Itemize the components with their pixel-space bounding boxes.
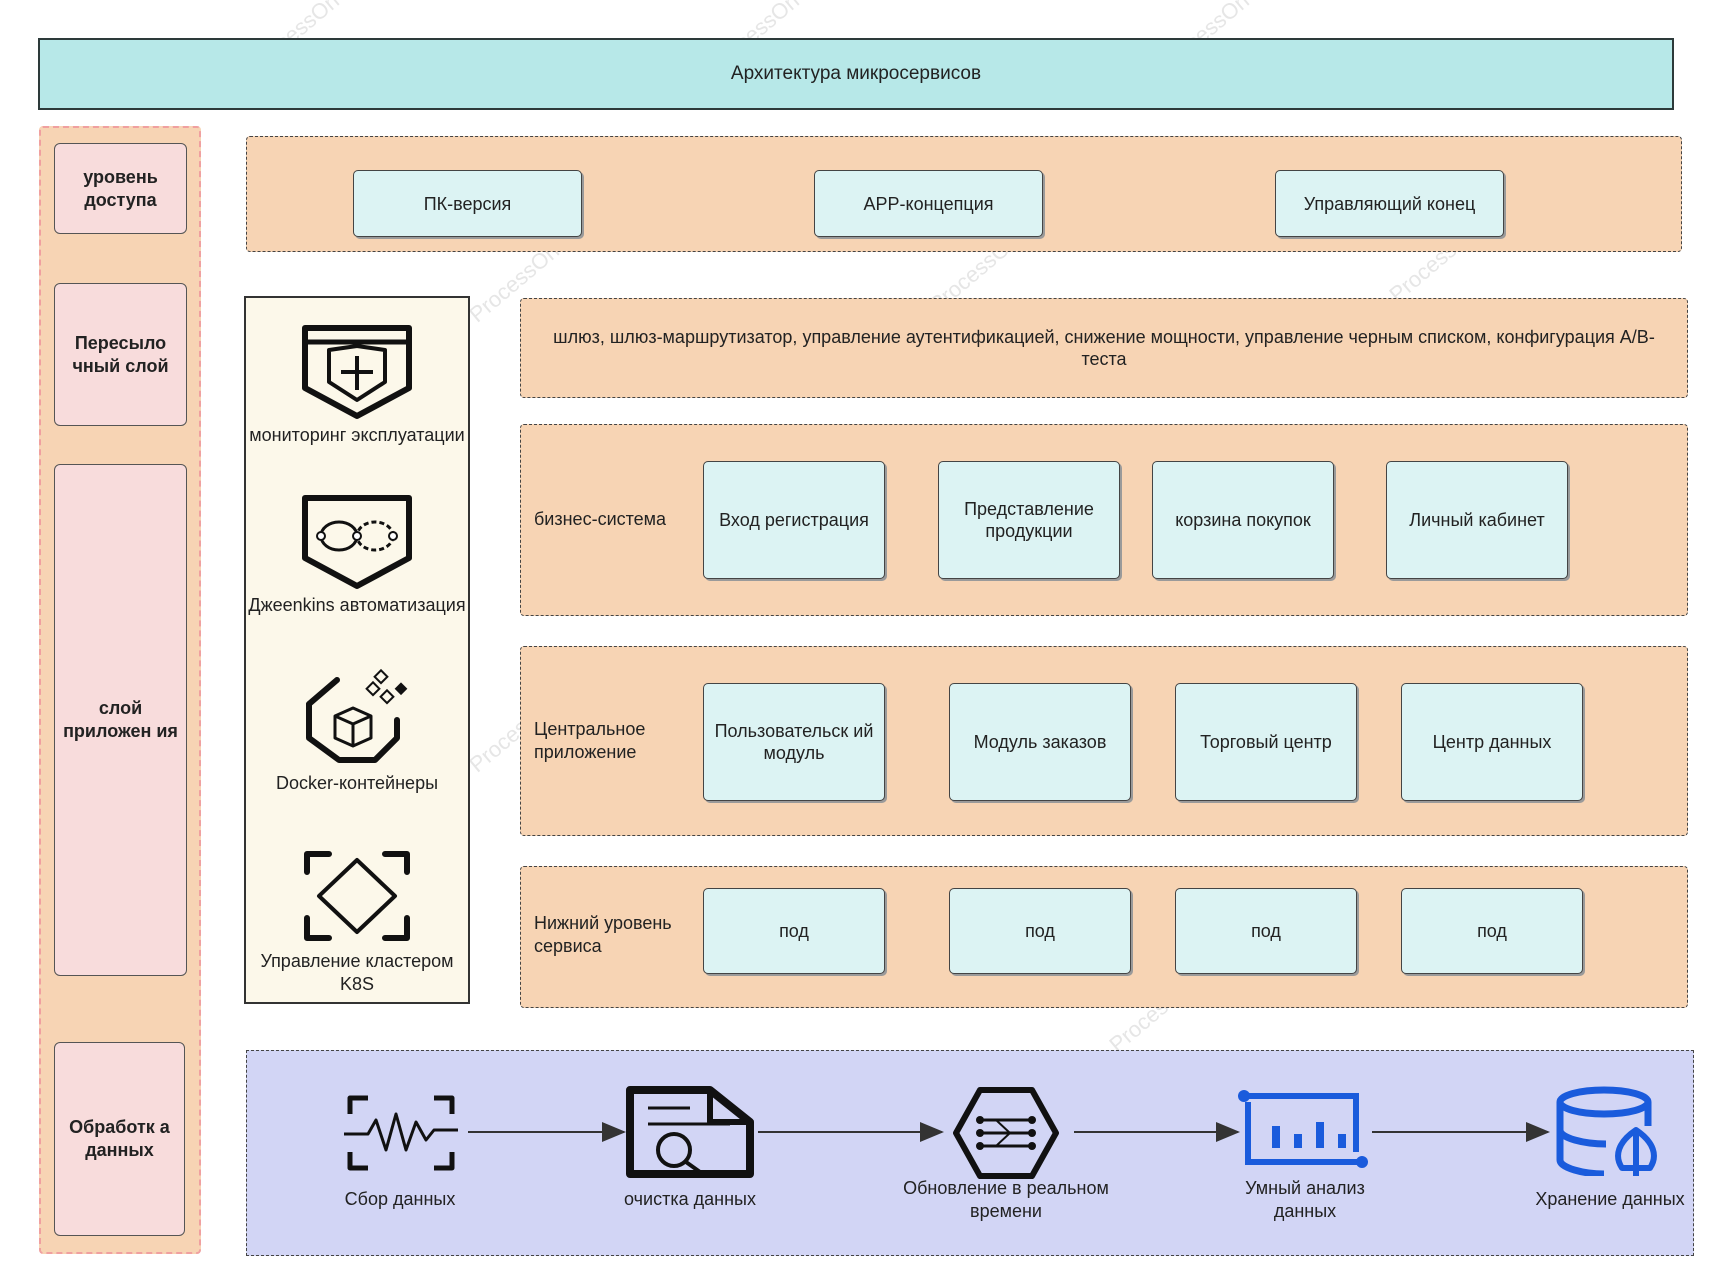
flow-step-label: Обновление в реальном времени: [903, 1178, 1109, 1221]
bar-chart-icon: [1238, 1090, 1368, 1168]
flow-step-label: Умный анализ данных: [1245, 1178, 1365, 1221]
waveform-icon: [344, 1095, 458, 1171]
document-search-icon: [626, 1086, 754, 1178]
data-flow-arrows: [468, 1122, 1550, 1142]
flow-step-label: Сбор данных: [344, 1189, 456, 1209]
flow-step-label: Хранение данных: [1535, 1189, 1685, 1209]
database-icon: [1556, 1086, 1657, 1176]
hexagon-network-icon: [953, 1087, 1059, 1179]
flow-step-label: очистка данных: [624, 1189, 756, 1209]
